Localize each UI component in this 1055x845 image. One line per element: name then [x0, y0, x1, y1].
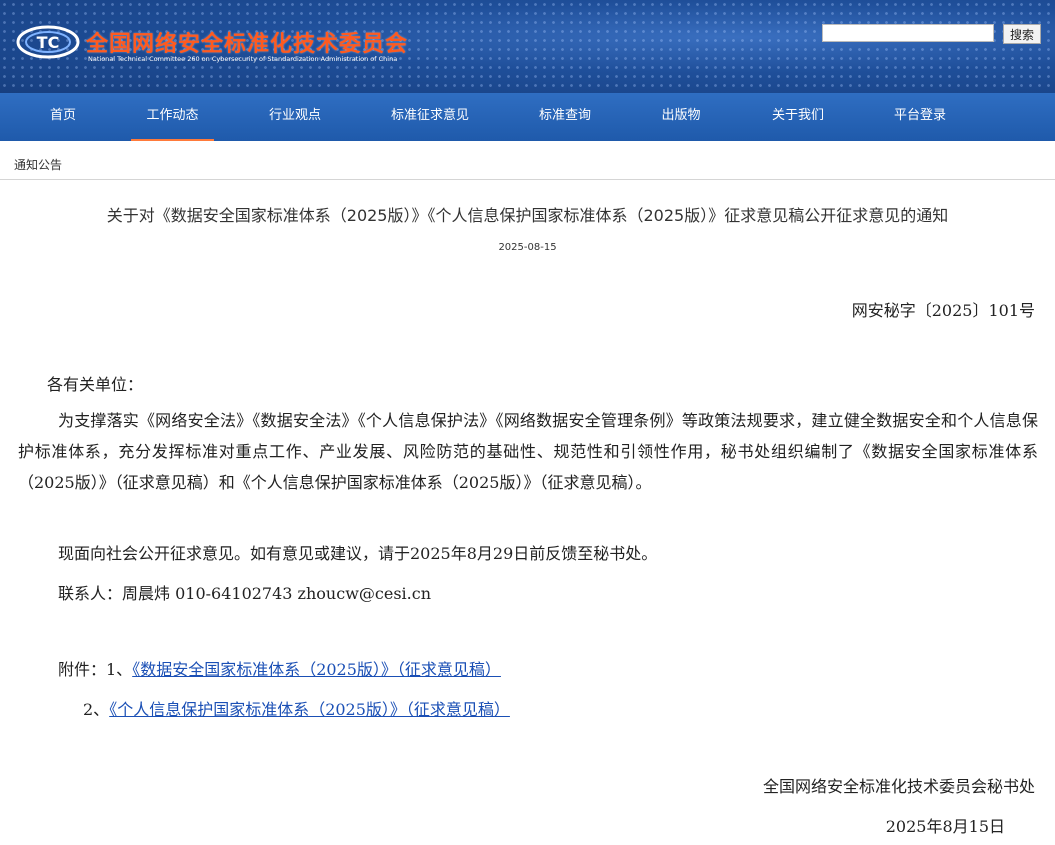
nav-item-industry-views[interactable]: 行业观点	[255, 93, 335, 141]
signature-date: 2025年8月15日	[885, 817, 1005, 836]
nav-item-standard-query[interactable]: 标准查询	[525, 93, 605, 141]
search-input[interactable]	[822, 24, 994, 42]
attachment-1-link[interactable]: 《数据安全国家标准体系（2025版）》（征求意见稿）	[132, 660, 501, 679]
search-button[interactable]: 搜索	[1003, 24, 1041, 44]
document-number: 网安秘字〔2025〕101号	[851, 301, 1035, 320]
attachment-2-prefix: 2、	[83, 700, 110, 719]
nav-item-publications[interactable]: 出版物	[645, 93, 717, 141]
contact-info: 联系人：周晨炜 010-64102743 zhoucw@cesi.cn	[58, 584, 431, 603]
site-title[interactable]: 全国网络安全标准化技术委员会	[86, 26, 408, 58]
site-header: TC 全国网络安全标准化技术委员会 National Technical Com…	[0, 0, 1055, 93]
nav-item-about-us[interactable]: 关于我们	[758, 93, 838, 141]
main-nav: 首页 工作动态 行业观点 标准征求意见 标准查询 出版物 关于我们 平台登录	[0, 93, 1055, 141]
nav-item-platform-login[interactable]: 平台登录	[880, 93, 960, 141]
attachment-2-link[interactable]: 《个人信息保护国家标准体系（2025版）》（征求意见稿）	[109, 700, 510, 719]
attachment-2: 2、《个人信息保护国家标准体系（2025版）》（征求意见稿）	[83, 696, 510, 720]
tc260-logo-icon[interactable]: TC	[16, 24, 80, 60]
logo-text: TC	[37, 33, 60, 52]
body-paragraph-2: 现面向社会公开征求意见。如有意见或建议，请于2025年8月29日前反馈至秘书处。	[58, 544, 658, 563]
attachment-1-prefix: 附件：1、	[58, 660, 133, 679]
breadcrumb[interactable]: 通知公告	[0, 150, 1055, 180]
body-paragraph-1: 为支撑落实《网络安全法》《数据安全法》《个人信息保护法》《网络数据安全管理条例》…	[18, 411, 1038, 492]
signature-organization: 全国网络安全标准化技术委员会秘书处	[762, 777, 1035, 796]
site-subtitle: National Technical Committee 260 on Cybe…	[88, 55, 398, 63]
nav-item-home[interactable]: 首页	[33, 93, 93, 141]
attachment-1: 附件：1、《数据安全国家标准体系（2025版）》（征求意见稿）	[58, 656, 501, 680]
article-date: 2025-08-15	[498, 242, 557, 253]
nav-item-standard-comments[interactable]: 标准征求意见	[380, 93, 480, 141]
salutation: 各有关单位：	[47, 375, 144, 394]
article-title: 关于对《数据安全国家标准体系（2025版）》《个人信息保护国家标准体系（2025…	[106, 206, 949, 225]
nav-item-work-news[interactable]: 工作动态	[131, 93, 214, 141]
